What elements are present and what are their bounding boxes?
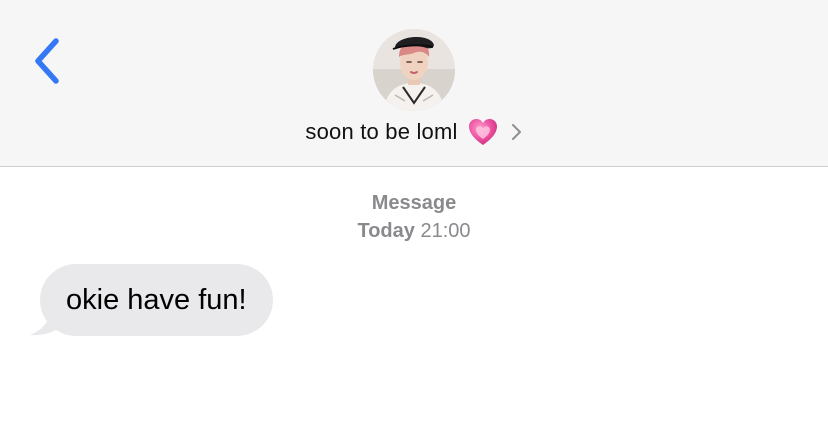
timestamp-day: Today [357, 220, 415, 242]
chevron-right-icon [509, 122, 523, 142]
thread-timestamp: Today 21:00 [0, 220, 828, 243]
contact-details-button[interactable]: soon to be loml [0, 114, 828, 150]
message-text: okie have fun! [66, 283, 247, 316]
contact-avatar-image [373, 29, 455, 111]
heart-icon [467, 116, 499, 148]
messages-screen: soon to be loml Message Today 21:00 okie… [0, 0, 828, 427]
service-label: Message [371, 192, 457, 214]
incoming-message[interactable]: okie have fun! [30, 264, 310, 340]
avatar[interactable] [373, 29, 455, 111]
back-button[interactable] [28, 36, 68, 86]
conversation-header: soon to be loml [0, 0, 828, 167]
contact-name: soon to be loml [305, 119, 458, 144]
chevron-left-icon [35, 38, 59, 84]
timestamp-time: 21:00 [420, 220, 471, 242]
message-bubble: okie have fun! [40, 264, 273, 336]
